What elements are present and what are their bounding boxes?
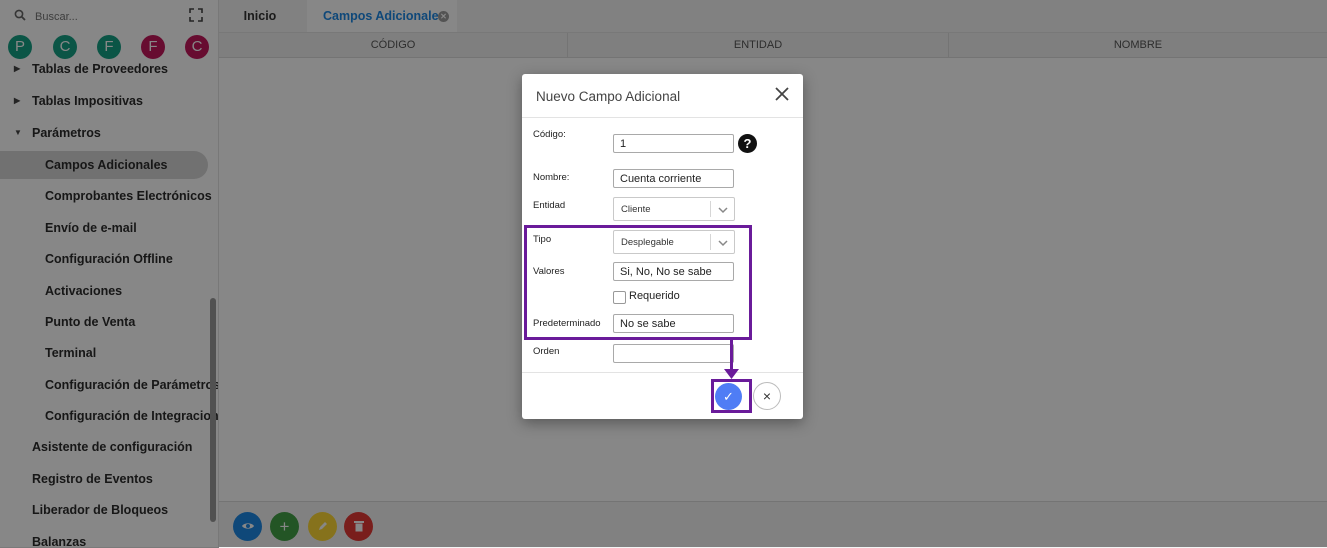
cancel-button[interactable]: ×: [753, 382, 781, 410]
dialog-footer-divider: [522, 372, 803, 373]
entidad-label: Entidad: [533, 200, 566, 211]
codigo-label: Código:: [533, 129, 566, 140]
highlight-box-fields: [524, 225, 752, 340]
entidad-select[interactable]: Cliente: [613, 197, 735, 221]
dialog-title: Nuevo Campo Adicional: [536, 89, 681, 104]
codigo-field[interactable]: [613, 134, 734, 153]
highlight-box-confirm: [711, 379, 752, 413]
close-icon: ×: [762, 388, 772, 404]
orden-label: Orden: [533, 346, 560, 357]
arrow-down-icon: [724, 369, 739, 379]
entidad-value: Cliente: [621, 204, 651, 215]
dialog-divider: [522, 117, 803, 118]
nombre-field[interactable]: [613, 169, 734, 188]
chevron-down-icon: [718, 207, 728, 214]
close-icon[interactable]: [773, 85, 791, 103]
help-icon[interactable]: ?: [738, 134, 757, 153]
select-separator: [710, 201, 711, 217]
nombre-label: Nombre:: [533, 172, 570, 183]
orden-field[interactable]: [613, 344, 734, 363]
